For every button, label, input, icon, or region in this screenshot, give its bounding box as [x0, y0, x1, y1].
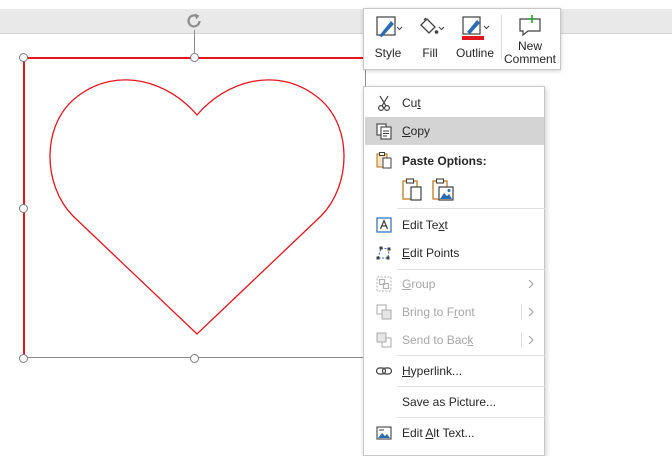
chevron-right-icon[interactable] — [526, 334, 536, 346]
menu-item-edit-alt-text[interactable]: Edit Alt Text... — [365, 419, 544, 447]
outline-label: Outline — [455, 46, 495, 60]
paste-as-picture-button[interactable] — [430, 177, 456, 203]
menu-item-hyperlink[interactable]: Hyperlink... — [365, 357, 544, 385]
menu-item-edit-points[interactable]: Edit Points — [365, 239, 544, 267]
minibar-divider — [501, 15, 502, 59]
menu-item-group[interactable]: Group — [365, 270, 544, 298]
heart-shape[interactable] — [48, 76, 346, 338]
edit-text-label: Edit Text — [402, 218, 448, 232]
send-to-back-label: Send to Back — [402, 333, 474, 347]
scissors-icon — [377, 95, 391, 112]
context-menu: Cut Copy Paste Options: Edit Text Edit P… — [363, 86, 545, 456]
rotate-handle-icon[interactable] — [185, 12, 203, 30]
paste-clipboard-icon — [402, 178, 422, 201]
menu-item-save-as-picture[interactable]: Save as Picture... — [365, 388, 544, 416]
group-label: Group — [402, 277, 436, 291]
link-icon — [375, 367, 393, 375]
menu-separator — [397, 355, 545, 356]
menu-separator — [397, 208, 545, 209]
new-comment-icon — [519, 15, 541, 37]
paste-options-label: Paste Options: — [402, 154, 487, 168]
split-divider — [521, 304, 522, 320]
alt-text-icon — [376, 426, 392, 440]
new-comment-label: New Comment — [504, 40, 556, 66]
new-comment-button[interactable]: New Comment — [504, 9, 556, 69]
save-as-picture-label: Save as Picture... — [402, 395, 497, 409]
paste-keep-source-button[interactable] — [400, 177, 426, 203]
clipboard-icon — [376, 152, 392, 169]
split-divider — [521, 332, 522, 348]
menu-item-edit-text[interactable]: Edit Text — [365, 211, 544, 239]
copy-label: Copy — [402, 124, 431, 138]
edit-alt-text-label: Edit Alt Text... — [402, 426, 475, 440]
shape-style-icon — [376, 16, 403, 37]
fill-button[interactable]: Fill — [411, 9, 449, 69]
new-comment-label-line1: New — [517, 39, 542, 53]
mini-toolbar: Style Fill Outline New Comment — [363, 8, 561, 70]
group-icon — [376, 276, 392, 292]
ruler-strip — [0, 9, 672, 34]
send-to-back-icon — [376, 332, 392, 348]
menu-item-cut[interactable]: Cut — [365, 89, 544, 117]
copy-icon — [376, 123, 392, 140]
resize-handle-middle-left[interactable] — [19, 204, 28, 213]
style-label: Style — [374, 46, 402, 60]
menu-separator — [397, 386, 545, 387]
menu-item-copy[interactable]: Copy — [365, 117, 544, 145]
chevron-right-icon[interactable] — [526, 306, 536, 318]
menu-item-bring-to-front[interactable]: Bring to Front — [365, 298, 544, 326]
slide-top-area — [0, 0, 672, 34]
edit-points-label: Edit Points — [402, 246, 460, 260]
paste-picture-icon — [432, 178, 454, 201]
resize-handle-bottom-middle[interactable] — [190, 354, 199, 363]
new-comment-label-line2: Comment — [504, 52, 557, 66]
paste-options-header: Paste Options: — [365, 147, 544, 173]
bring-to-front-icon — [376, 304, 392, 320]
edit-text-icon — [376, 217, 392, 233]
edit-points-icon — [376, 246, 391, 260]
rotation-stem — [194, 30, 195, 53]
chevron-right-icon — [528, 279, 534, 289]
menu-separator — [397, 417, 545, 418]
hyperlink-label: Hyperlink... — [402, 364, 463, 378]
paint-bucket-icon — [420, 17, 445, 34]
resize-handle-bottom-left[interactable] — [19, 354, 28, 363]
fill-label: Fill — [422, 46, 438, 60]
pen-outline-icon — [462, 16, 490, 40]
bring-to-front-label: Bring to Front — [402, 305, 475, 319]
style-button[interactable]: Style — [368, 9, 408, 69]
menu-item-send-to-back[interactable]: Send to Back — [365, 326, 544, 354]
resize-handle-top-left[interactable] — [19, 53, 28, 62]
outline-button[interactable]: Outline — [452, 9, 498, 69]
cut-label: Cut — [402, 96, 421, 110]
resize-handle-top-middle[interactable] — [190, 53, 199, 62]
